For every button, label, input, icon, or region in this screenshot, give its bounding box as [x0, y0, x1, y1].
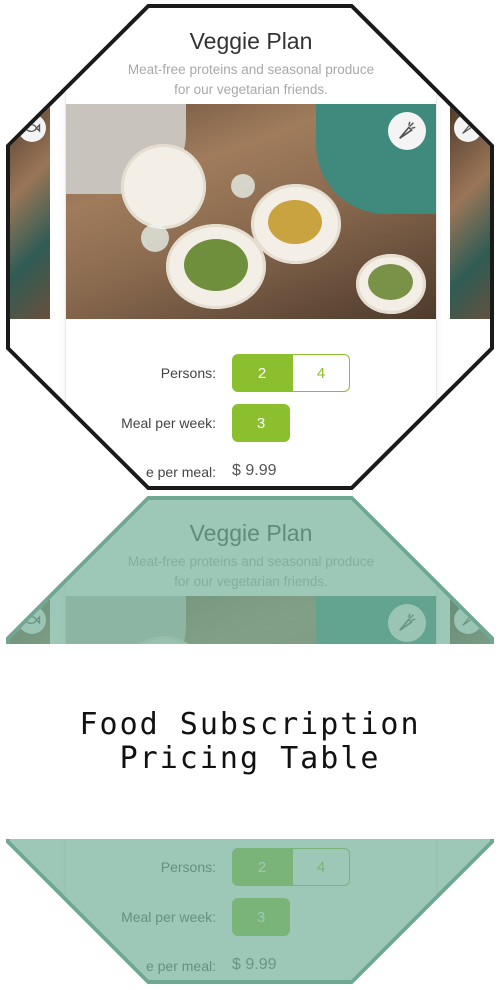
persons-option-4[interactable]: 4: [292, 354, 350, 392]
glass: [141, 224, 169, 252]
plan-description-line2: for our vegetarian friends.: [174, 82, 328, 97]
pricing-preview-top: Veggie Plan Meat-free proteins and seaso…: [6, 4, 494, 490]
carrot-icon: [454, 114, 482, 142]
octagon-content: Veggie Plan Meat-free proteins and seaso…: [10, 8, 490, 486]
persons-label: Persons:: [160, 365, 216, 381]
price-per-meal-value: $ 9.99: [232, 956, 277, 973]
price-per-meal-label: e per meal:: [145, 958, 216, 974]
meals-per-week-label: Meal per week:: [121, 415, 216, 431]
plan-description-line1: Meat-free proteins and seasonal produce: [127, 554, 375, 569]
carrot-icon: [454, 606, 482, 634]
persons-option-2[interactable]: 2: [232, 848, 292, 886]
persons-label: Persons:: [160, 859, 216, 875]
fish-icon: [18, 114, 46, 142]
meals-option-3[interactable]: 3: [232, 898, 290, 936]
plan-description-line1: Meat-free proteins and seasonal produce: [127, 62, 375, 77]
price-per-meal-value: $ 9.99: [232, 462, 277, 479]
plate: [121, 144, 206, 229]
food: [368, 264, 413, 300]
banner-title-line1: Food Subscription: [79, 707, 421, 742]
food: [268, 200, 322, 244]
persons-option-2[interactable]: 2: [232, 354, 292, 392]
plan-description: Meat-free proteins and seasonal produce …: [66, 552, 436, 592]
pricing-card-scene: Veggie Plan Meat-free proteins and seaso…: [10, 8, 490, 486]
plan-photo: [66, 104, 436, 319]
plan-description-line2: for our vegetarian friends.: [174, 574, 328, 589]
pricing-card: Veggie Plan Meat-free proteins and seaso…: [66, 8, 436, 486]
price-per-meal-label: e per meal:: [145, 464, 216, 480]
persons-option-4[interactable]: 4: [292, 848, 350, 886]
meals-per-week-label: Meal per week:: [121, 909, 216, 925]
food: [184, 239, 248, 291]
title-banner: Food Subscription Pricing Table: [0, 644, 500, 839]
banner-title-line2: Pricing Table: [119, 741, 381, 776]
side-card-right[interactable]: [450, 104, 490, 486]
fish-icon: [18, 606, 46, 634]
plan-description: Meat-free proteins and seasonal produce …: [66, 60, 436, 100]
carrot-icon[interactable]: [388, 604, 426, 642]
side-card-left[interactable]: [10, 104, 50, 486]
meals-option-3[interactable]: 3: [232, 404, 290, 442]
glass: [231, 174, 255, 198]
banner-title: Food Subscription Pricing Table: [0, 708, 500, 776]
carrot-icon[interactable]: [388, 112, 426, 150]
